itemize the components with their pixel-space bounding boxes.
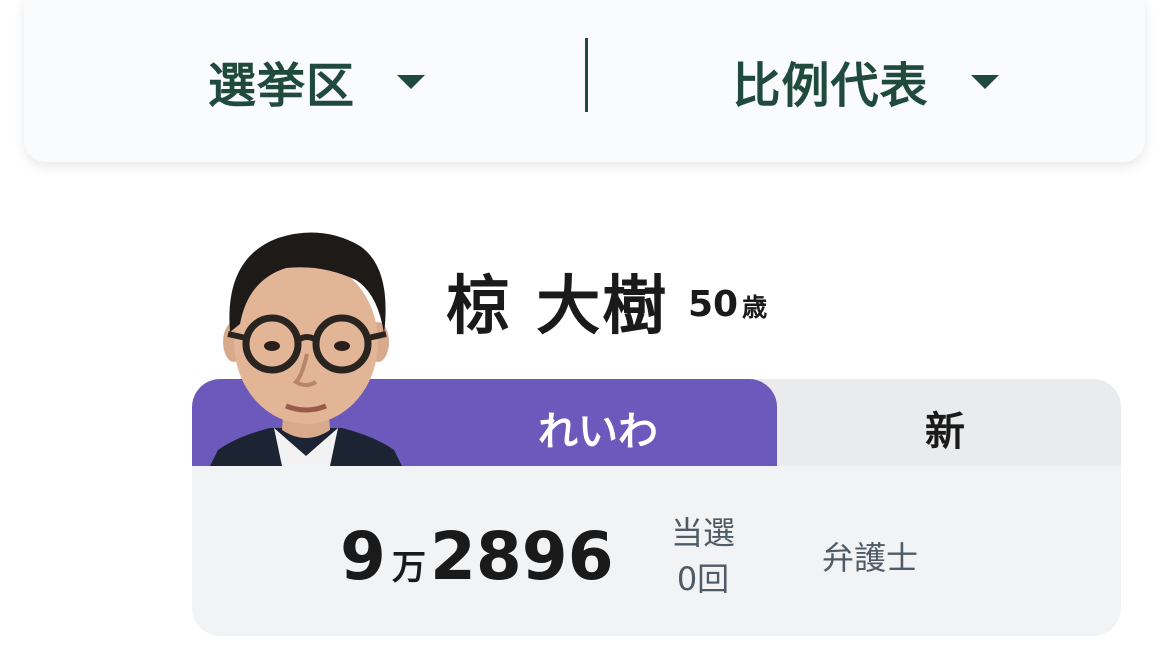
status-label: 新: [925, 409, 965, 455]
vote-count: 9 万2896: [340, 518, 614, 595]
votes-rest: 2896: [429, 518, 614, 595]
caret-down-icon: [970, 75, 999, 89]
district-label: 選挙区: [207, 58, 355, 114]
votes-man-unit: 万: [391, 548, 426, 588]
party-label: れいわ: [538, 409, 658, 455]
proportional-dropdown[interactable]: 比例代表: [586, 0, 1145, 162]
age-number: 50: [688, 284, 739, 325]
age-unit: 歳: [742, 293, 768, 322]
candidate-age: 50 歳: [688, 284, 767, 325]
caret-down-icon: [397, 75, 425, 89]
wins-count: 0回: [676, 560, 730, 598]
candidate-info-box: 9 万2896 当選 0回 弁護士: [192, 466, 1121, 636]
candidate-name: 椋 大樹: [446, 270, 669, 344]
votes-man: 9: [340, 518, 386, 595]
district-dropdown[interactable]: 選挙区: [24, 0, 585, 162]
candidate-photo: [210, 232, 402, 466]
proportional-label: 比例代表: [732, 58, 929, 114]
wins-label: 当選: [670, 514, 735, 552]
election-type-selector: 選挙区 比例代表: [24, 0, 1145, 162]
occupation: 弁護士: [822, 539, 919, 577]
